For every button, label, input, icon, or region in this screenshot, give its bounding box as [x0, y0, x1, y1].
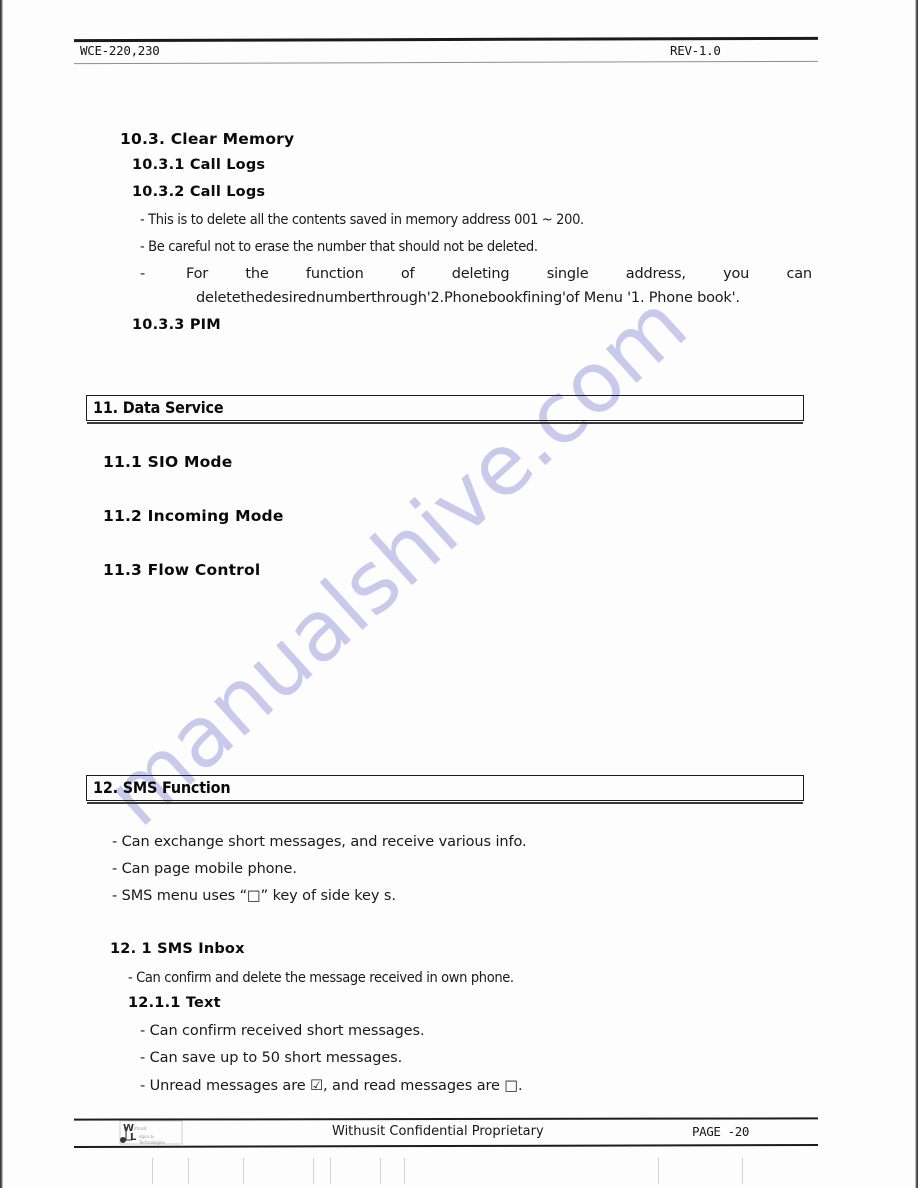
just-word-8: can	[786, 266, 812, 282]
bullet-confirm-delete-message: - Can confirm and delete the message rec…	[128, 970, 514, 986]
section-box-sms-function: 12. SMS Function	[86, 775, 804, 804]
page-footer: W ithusit L ogics & Technologies Withusi…	[73, 1117, 819, 1148]
svg-text:ithusit: ithusit	[134, 1126, 147, 1131]
bullet-exchange-short-messages: - Can exchange short messages, and recei…	[112, 834, 527, 850]
heading-10-3-3-pim: 10.3.3 PIM	[132, 317, 221, 333]
section-box-data-service: 11. Data Service	[86, 395, 804, 424]
header-rule-top	[73, 36, 819, 43]
svg-text:ogics &: ogics &	[139, 1134, 154, 1139]
checked-box-glyph-icon: ☑	[310, 1078, 324, 1094]
heading-12-1-sms-inbox: 12. 1 SMS Inbox	[110, 941, 245, 957]
header-rule-bottom	[74, 60, 818, 65]
unread-prefix: - Unread messages are	[140, 1078, 311, 1094]
empty-box-glyph-icon-2: □	[504, 1078, 518, 1094]
section-title-sms-function: 12. SMS Function	[93, 778, 231, 798]
bullet-dash: -	[140, 266, 146, 282]
heading-10-3-2-call-logs: 10.3.2 Call Logs	[132, 184, 266, 200]
bullet-save-50-messages: - Can save up to 50 short messages.	[140, 1050, 403, 1066]
header-revision: REV-1.0	[670, 43, 721, 58]
bullet-careful-not-erase: - Be careful not to erase the number tha…	[140, 239, 538, 255]
bullet-confirm-received-messages: - Can confirm received short messages.	[140, 1023, 425, 1039]
header-model-number: WCE-220,230	[80, 43, 160, 58]
just-word-0: For	[186, 266, 209, 282]
just-word-4: deleting	[451, 266, 510, 282]
withusit-logo-icon: W ithusit L ogics & Technologies	[119, 1120, 183, 1145]
footer-page-number: PAGE -20	[692, 1124, 750, 1139]
just-word-6: address,	[625, 266, 686, 282]
just-word-1: the	[245, 266, 269, 282]
sidekey-prefix: - SMS menu uses “	[112, 888, 248, 904]
sidekey-suffix: ” key of side key s.	[260, 888, 396, 904]
bullet-sms-menu-side-key: - SMS menu uses “□” key of side key s.	[112, 888, 396, 904]
just-word-3: of	[400, 266, 415, 282]
svg-text:L: L	[130, 1132, 137, 1143]
page-header: WCE-220,230 REV-1.0	[73, 36, 819, 65]
unread-suffix: .	[517, 1078, 523, 1094]
just-word-5: single	[546, 266, 589, 282]
heading-10-3-1-call-logs: 10.3.1 Call Logs	[132, 157, 266, 173]
bullet-unread-read-glyphs: - Unread messages are ☑, and read messag…	[140, 1078, 523, 1094]
section-title-data-service: 11. Data Service	[93, 398, 224, 418]
heading-11-3-flow-control: 11.3 Flow Control	[103, 561, 261, 579]
just-line-2: deletethedesirednumberthrough'2.Phoneboo…	[196, 290, 740, 306]
svg-text:Technologies: Technologies	[138, 1140, 165, 1145]
just-word-2: function	[305, 266, 364, 282]
empty-box-glyph-icon: □	[247, 888, 261, 904]
bullet-delete-memory-range: - This is to delete all the contents sav…	[140, 212, 584, 228]
just-word-7: you	[723, 266, 750, 282]
heading-11-2-incoming-mode: 11.2 Incoming Mode	[103, 507, 284, 525]
unread-middle: , and read messages are	[323, 1078, 505, 1094]
heading-clear-memory: 10.3. Clear Memory	[120, 130, 295, 148]
footer-rule-top	[73, 1117, 819, 1121]
bullet-single-address-delete: - For the function of deleting single ad…	[140, 266, 812, 306]
heading-12-1-1-text: 12.1.1 Text	[128, 995, 221, 1011]
bullet-page-mobile-phone: - Can page mobile phone.	[112, 861, 297, 877]
section-underline-sms-function	[87, 802, 803, 804]
footer-rule-bottom	[73, 1144, 819, 1148]
heading-11-1-sio-mode: 11.1 SIO Mode	[103, 453, 233, 471]
footer-confidential-notice: Withusit Confidential Proprietary	[332, 1124, 544, 1139]
section-underline-data-service	[87, 422, 803, 424]
